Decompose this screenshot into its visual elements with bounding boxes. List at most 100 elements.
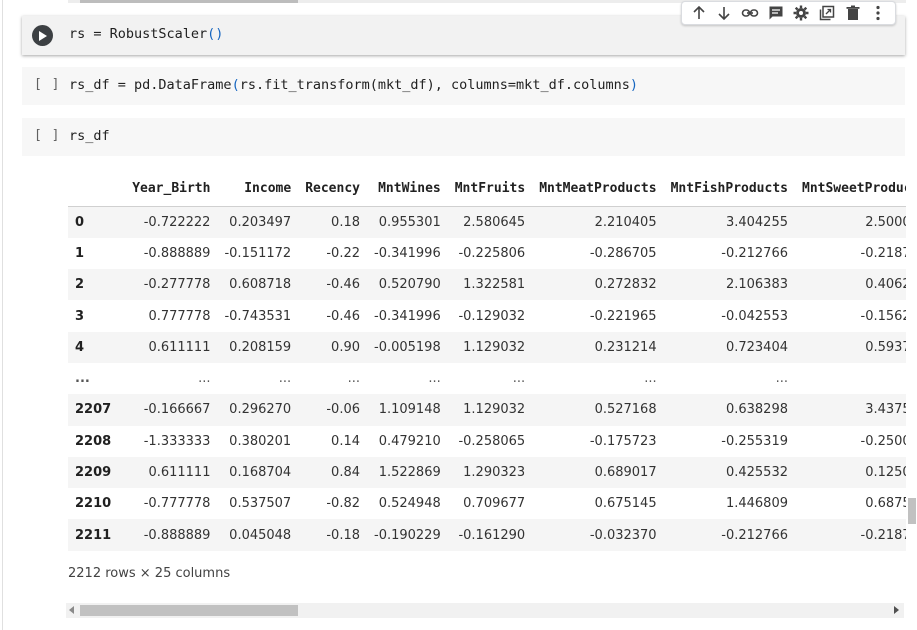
table-cell: -0.175723 <box>589 433 657 449</box>
table-row: 3 0.777778 -0.743531 -0.46 -0.341996 -0.12903… <box>68 300 906 331</box>
code-paren: ) <box>629 77 638 93</box>
cell-toolbar <box>681 1 896 25</box>
trash-icon <box>846 5 860 20</box>
table-cell: 0.231214 <box>594 339 657 355</box>
table-cell: 0.90 <box>331 339 360 355</box>
table-header-row: Year_Birth Income Recency MntWines MntFruits… <box>68 170 906 207</box>
cell-execution-count[interactable]: [ ] <box>34 77 60 92</box>
table-row: 2208 -1.333333 0.380201 0.14 0.479210 -0.2580… <box>68 426 906 457</box>
table-cell: 1.109148 <box>378 402 441 418</box>
table-cell: 0.425532 <box>725 465 788 481</box>
link-icon <box>741 9 759 17</box>
table-cell: -0.212766 <box>721 527 788 543</box>
column-header: MntFruits <box>447 170 533 207</box>
horizontal-scroll-thumb[interactable] <box>80 605 298 616</box>
table-cell: 0.638298 <box>725 402 788 418</box>
copy-link-button[interactable] <box>740 3 760 23</box>
table-cell: 1.446809 <box>725 496 788 512</box>
code-line[interactable]: rs_df <box>69 128 110 144</box>
table-cell: 0.593750 <box>865 339 906 355</box>
previous-output-scroll-thumb[interactable] <box>80 0 298 3</box>
dataframe-horizontal-scrollbar[interactable] <box>66 603 904 618</box>
table-cell: -0.888889 <box>143 527 211 543</box>
table-cell: -0.341996 <box>374 308 441 324</box>
arrow-down-icon <box>718 7 731 21</box>
table-cell: 0.203497 <box>229 214 292 230</box>
dataframe-shape: 2212 rows × 25 columns <box>68 566 231 581</box>
code-paren: () <box>207 26 224 42</box>
table-cell: -0.341996 <box>374 245 441 261</box>
table-row: 0 -0.722222 0.203497 0.18 0.955301 2.580645 2.… <box>68 206 906 238</box>
table-cell: 2.500000 <box>865 214 906 230</box>
table-cell: -0.129032 <box>458 308 526 324</box>
mirror-cell-button[interactable] <box>817 3 837 23</box>
table-cell: 0.955301 <box>378 214 441 230</box>
table-cell: 0.709677 <box>463 496 526 512</box>
table-cell: ... <box>512 371 526 387</box>
table-cell: 0.777778 <box>148 308 211 324</box>
table-cell: 0.527168 <box>594 402 657 418</box>
table-cell: -0.250000 <box>860 433 907 449</box>
code-line[interactable]: rs = RobustScaler() <box>69 26 223 42</box>
table-cell: -0.190229 <box>374 527 441 543</box>
page-vertical-scroll-thumb[interactable] <box>908 498 916 524</box>
table-cell: -0.743531 <box>224 308 292 324</box>
table-cell: 0.689017 <box>594 465 657 481</box>
code-text: rs_df = pd.DataFrame <box>69 77 232 93</box>
table-cell: -0.156250 <box>860 308 907 324</box>
table-cell: 0.18 <box>331 214 360 230</box>
table-cell: -0.166667 <box>143 402 211 418</box>
row-index: 1 <box>75 245 85 261</box>
move-cell-up-button[interactable] <box>689 3 709 23</box>
table-row: 2210 -0.777778 0.537507 -0.82 0.524948 0.7096… <box>68 488 906 519</box>
table-cell: 0.479210 <box>378 433 441 449</box>
table-cell: 3.404255 <box>725 214 788 230</box>
table-cell: 1.322581 <box>463 277 526 293</box>
table-row: 2211 -0.888889 0.045048 -0.18 -0.190229 -0.16… <box>68 519 907 551</box>
table-cell: 0.296270 <box>229 402 292 418</box>
scroll-right-icon[interactable] <box>894 606 899 614</box>
table-cell: -0.042553 <box>721 308 788 324</box>
code-line[interactable]: rs_df = pd.DataFrame(rs.fit_transform(mk… <box>69 77 638 93</box>
column-header: MntMeatProducts <box>532 170 664 207</box>
table-cell: 0.045048 <box>229 527 292 543</box>
move-cell-down-button[interactable] <box>714 3 734 23</box>
table-cell: ... <box>795 363 906 394</box>
table-cell: -0.218750 <box>860 245 907 261</box>
code-text: rs.fit_transform <box>239 77 370 93</box>
more-vert-icon <box>876 5 880 21</box>
table-cell: -0.277778 <box>143 277 211 293</box>
cell-settings-button[interactable] <box>791 3 811 23</box>
code-text: rs = RobustScaler <box>69 26 208 42</box>
table-cell: ... <box>347 371 360 387</box>
comment-icon <box>769 6 783 20</box>
table-cell: 1.290323 <box>463 465 526 481</box>
table-cell: -1.333333 <box>143 433 211 449</box>
table-cell: 0.168704 <box>229 465 292 481</box>
table-cell: -0.151172 <box>224 245 292 261</box>
row-index: 0 <box>75 214 85 230</box>
run-cell-button[interactable] <box>32 25 53 46</box>
code-cell-rs-df[interactable]: [ ] rs_df <box>22 118 905 156</box>
table-cell: 0.125000 <box>865 465 906 481</box>
row-index: 2211 <box>75 527 112 543</box>
dataframe-table: Year_Birth Income Recency MntWines MntFruits… <box>68 170 906 551</box>
mirror-cell-icon <box>819 5 835 21</box>
table-cell: -0.722222 <box>143 214 211 230</box>
table-cell: ... <box>278 371 292 387</box>
cell-execution-count[interactable]: [ ] <box>34 128 60 143</box>
row-index: 2207 <box>75 402 112 418</box>
scroll-left-icon[interactable] <box>69 606 74 614</box>
table-cell: 0.537507 <box>229 496 292 512</box>
table-cell: ... <box>198 371 211 387</box>
code-text: , columns=mkt_df.columns <box>434 77 630 93</box>
delete-cell-button[interactable] <box>843 3 863 23</box>
code-cell-dataframe[interactable]: [ ] rs_df = pd.DataFrame(rs.fit_transfor… <box>22 67 905 105</box>
table-cell: 1.522869 <box>378 465 441 481</box>
more-actions-button[interactable] <box>868 3 888 23</box>
table-cell: -0.221965 <box>589 308 657 324</box>
table-cell: -0.218750 <box>860 527 907 543</box>
table-row: 2209 0.611111 0.168704 0.84 1.522869 1.290323… <box>68 456 906 489</box>
add-comment-button[interactable] <box>766 3 786 23</box>
table-cell: -0.82 <box>326 496 360 512</box>
